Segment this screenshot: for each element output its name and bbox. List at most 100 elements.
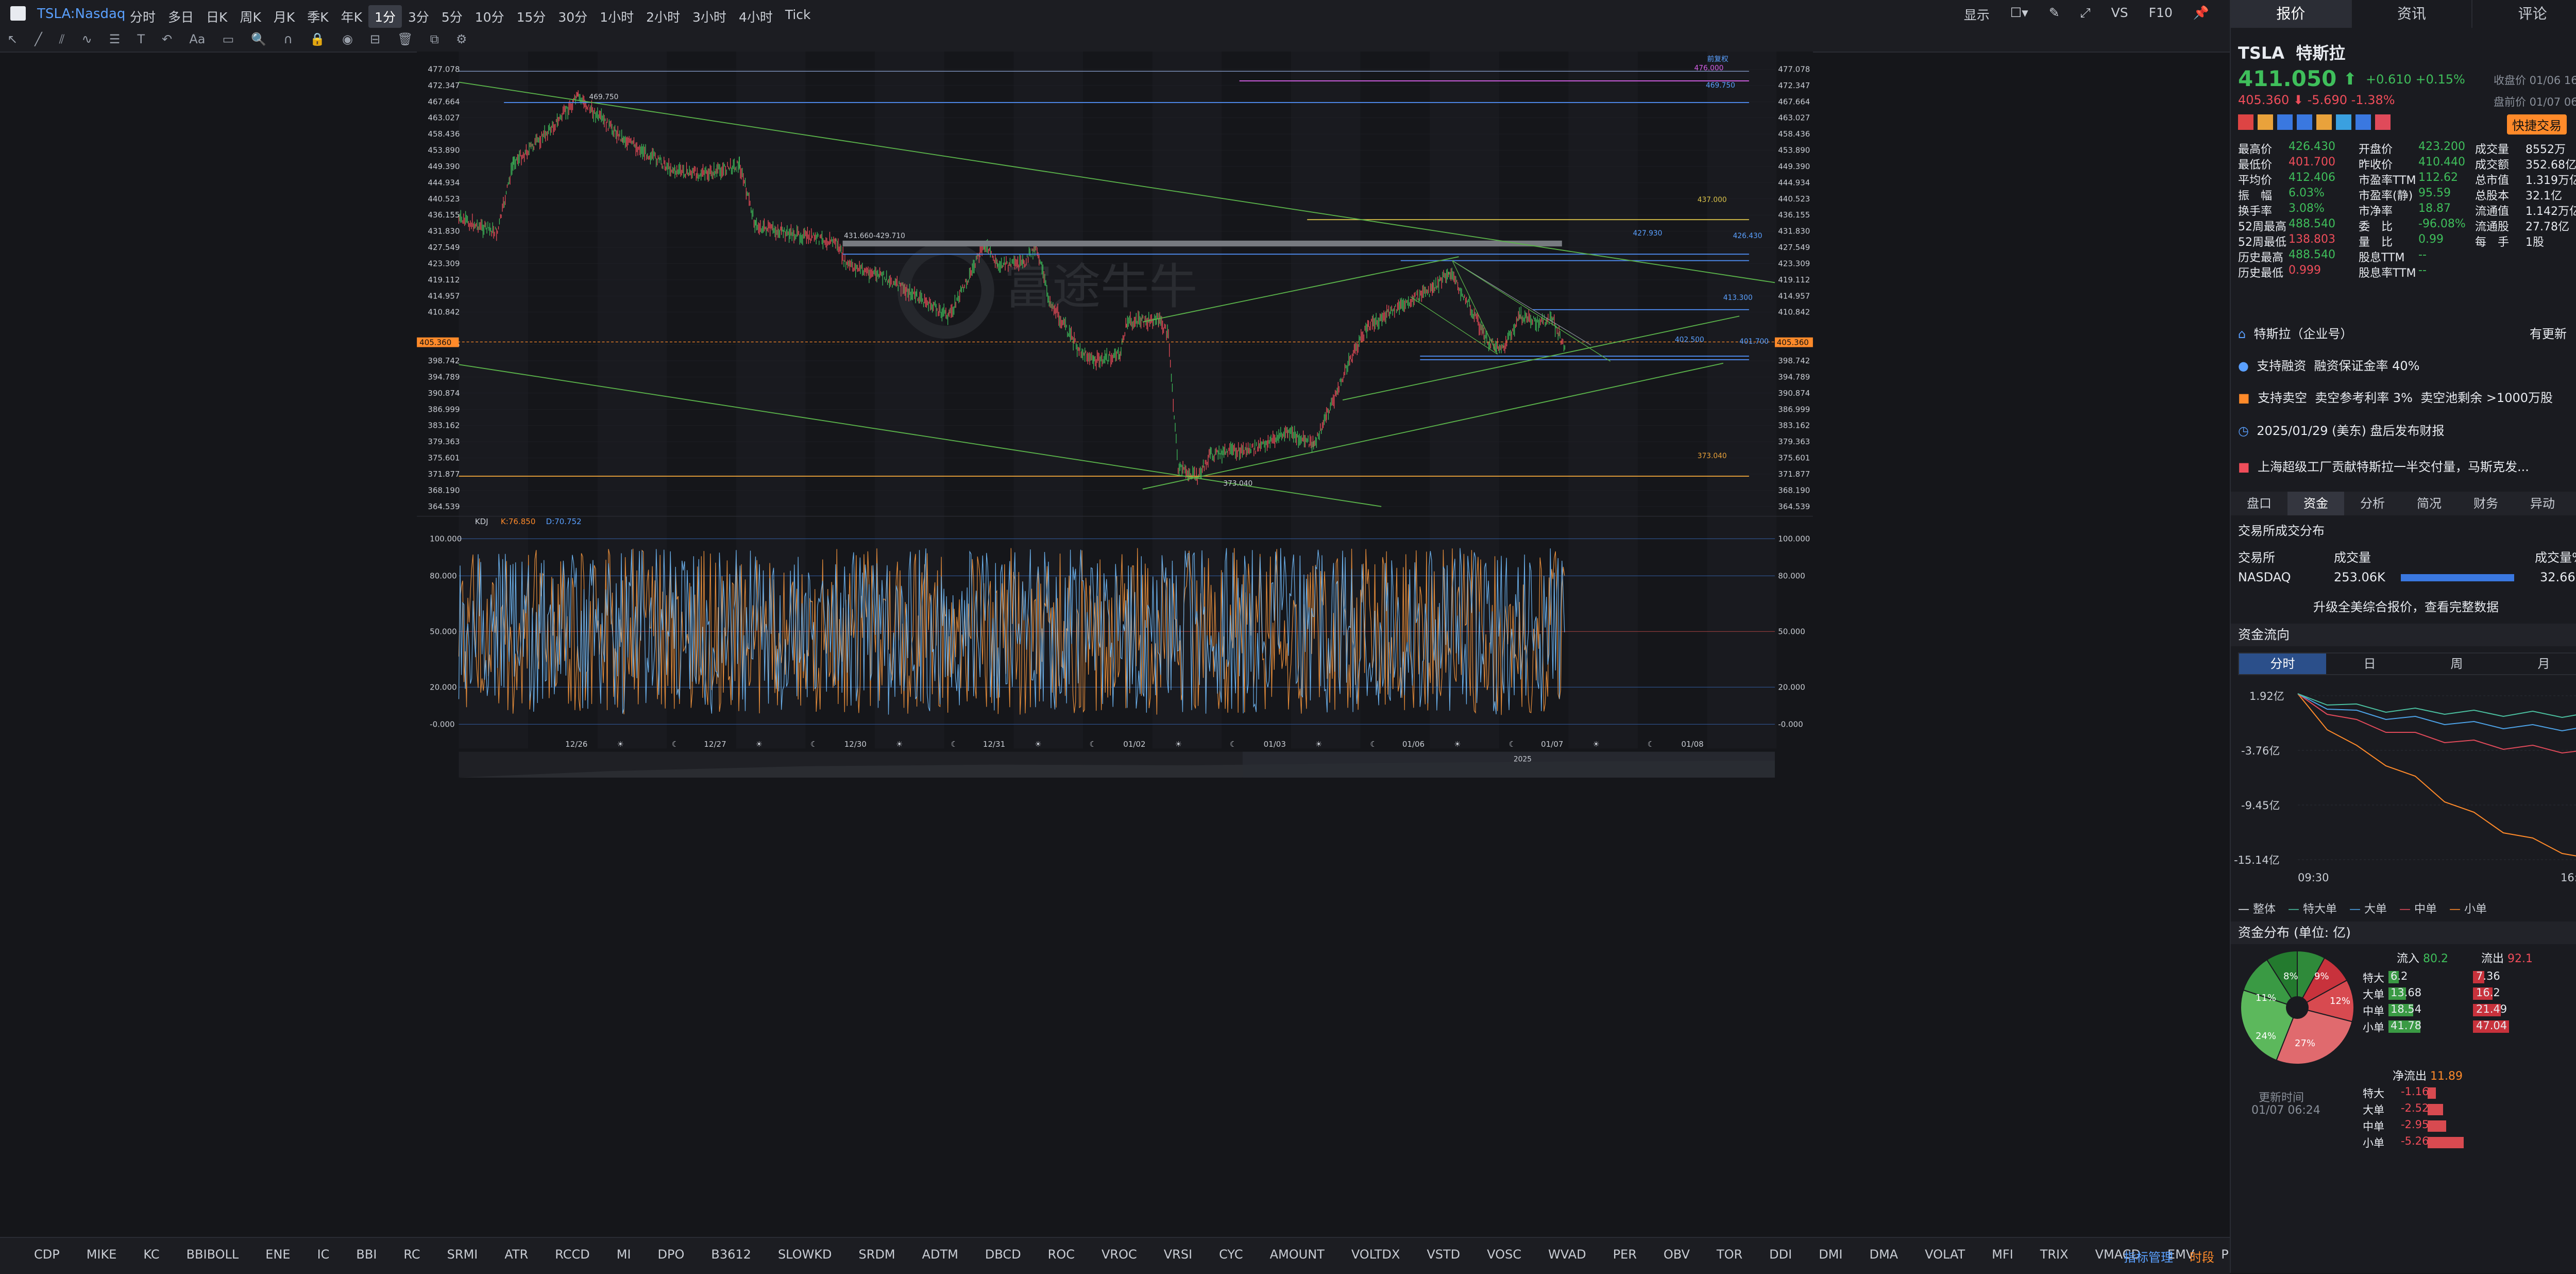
subtab-4[interactable]: 财务: [2458, 492, 2514, 515]
subtab-3[interactable]: 简况: [2401, 492, 2458, 515]
indicator-volat[interactable]: VOLAT: [1911, 1247, 1978, 1262]
timeframe-14[interactable]: 2小时: [640, 5, 686, 28]
indicator-cyc[interactable]: CYC: [1206, 1247, 1256, 1262]
tab-quote[interactable]: 报价: [2231, 0, 2352, 28]
quick-trade-button[interactable]: 快捷交易: [2507, 114, 2567, 135]
timeframe-12[interactable]: 30分: [552, 5, 594, 28]
line-tool-icon[interactable]: ╱: [35, 32, 42, 46]
indicator-wvad[interactable]: WVAD: [1535, 1247, 1600, 1262]
timeframe-9[interactable]: 5分: [435, 5, 469, 28]
undo-icon[interactable]: ↶: [162, 32, 172, 46]
text-tool-icon[interactable]: T: [137, 32, 145, 46]
subtab-0[interactable]: 盘口: [2231, 492, 2287, 515]
company-row[interactable]: ⌂ 特斯拉（企业号）: [2238, 324, 2353, 342]
eye-icon[interactable]: ◉: [342, 32, 353, 46]
indicator-rc[interactable]: RC: [390, 1247, 433, 1262]
settings-icon[interactable]: ⚙: [456, 32, 467, 46]
indicator-slowkd[interactable]: SLOWKD: [765, 1247, 845, 1262]
navigator-window[interactable]: [1242, 751, 1775, 778]
dist-upgrade-link[interactable]: 升级全美综合报价，查看完整数据: [2313, 597, 2499, 615]
timeframe-0[interactable]: 分时: [124, 5, 162, 28]
wave-tool-icon[interactable]: ∿: [82, 32, 92, 46]
magnet-icon[interactable]: ∩: [283, 32, 293, 46]
indicator-srmi[interactable]: SRMI: [434, 1247, 492, 1262]
indicator-amount[interactable]: AMOUNT: [1257, 1247, 1338, 1262]
subtab-5[interactable]: 异动: [2514, 492, 2571, 515]
timeframe-10[interactable]: 10分: [469, 5, 511, 28]
indicator-srdm[interactable]: SRDM: [845, 1247, 909, 1262]
indicator-trix[interactable]: TRIX: [2027, 1247, 2082, 1262]
indicator-rccd[interactable]: RCCD: [541, 1247, 603, 1262]
timeframe-16[interactable]: 4小时: [733, 5, 779, 28]
indicator-bbiboll[interactable]: BBIBOLL: [173, 1247, 252, 1262]
timeframe-5[interactable]: 季K: [301, 5, 334, 28]
indicator-vstd[interactable]: VSTD: [1413, 1247, 1473, 1262]
checkbox-icon[interactable]: ☐▾: [2010, 5, 2028, 24]
symbol-label[interactable]: TSLA:Nasdaq: [37, 6, 125, 22]
indicator-ddi[interactable]: DDI: [1756, 1247, 1805, 1262]
indicator-vosc[interactable]: VOSC: [1473, 1247, 1535, 1262]
indicator-adtm[interactable]: ADTM: [909, 1247, 972, 1262]
flow-tab-3[interactable]: 月: [2500, 653, 2576, 674]
timeframe-8[interactable]: 3分: [402, 5, 435, 28]
zoom-icon[interactable]: 🔍: [251, 32, 266, 46]
f10-button[interactable]: F10: [2149, 5, 2173, 24]
indicator-dmi[interactable]: DMI: [1805, 1247, 1856, 1262]
indicator-dbcd[interactable]: DBCD: [972, 1247, 1035, 1262]
indicator-tor[interactable]: TOR: [1703, 1247, 1756, 1262]
price-chart[interactable]: 富途牛牛 476.000 469.750 469.750 437.000 427…: [0, 52, 2230, 794]
indicator-dma[interactable]: DMA: [1856, 1247, 1911, 1262]
indicator-mfi[interactable]: MFI: [1978, 1247, 2027, 1262]
vs-button[interactable]: VS: [2111, 5, 2128, 24]
tab-comments[interactable]: 评论: [2472, 0, 2576, 28]
measure-icon[interactable]: ▭: [223, 32, 234, 46]
timeframe-15[interactable]: 3小时: [686, 5, 733, 28]
subtab-2[interactable]: 分析: [2344, 492, 2401, 515]
indicator-b3612[interactable]: B3612: [698, 1247, 765, 1262]
timeframe-7[interactable]: 1分: [368, 5, 402, 28]
display-button[interactable]: 显示: [1964, 5, 1990, 24]
adjust-label[interactable]: 前复权: [1707, 55, 1728, 63]
indicator-vrsi[interactable]: VRSI: [1150, 1247, 1206, 1262]
company-status[interactable]: 有更新: [2530, 324, 2567, 342]
indicator-dpo[interactable]: DPO: [645, 1247, 698, 1262]
copy-icon[interactable]: ⧉: [430, 32, 439, 46]
kdj-name[interactable]: KDJ: [475, 517, 488, 526]
indicator-mike[interactable]: MIKE: [73, 1247, 130, 1262]
indicator-cdp[interactable]: CDP: [21, 1247, 73, 1262]
flow-tab-1[interactable]: 日: [2326, 653, 2413, 674]
timeframe-4[interactable]: 月K: [267, 5, 301, 28]
trash-icon[interactable]: 🗑: [397, 32, 413, 46]
indicator-atr[interactable]: ATR: [491, 1247, 541, 1262]
expand-icon[interactable]: ⤢: [2080, 5, 2091, 24]
timeframe-6[interactable]: 年K: [335, 5, 368, 28]
ruler-icon[interactable]: ⊟: [370, 32, 380, 46]
menu-icon[interactable]: [10, 6, 26, 21]
zone-431[interactable]: [842, 240, 1562, 247]
indicator-obv[interactable]: OBV: [1650, 1247, 1703, 1262]
flow-tab-2[interactable]: 周: [2413, 653, 2500, 674]
pen-icon[interactable]: ✎: [2049, 5, 2060, 24]
news-row[interactable]: ■ 上海超级工厂贡献特斯拉一半交付量，马斯克发...: [2238, 457, 2529, 475]
subtab-1[interactable]: 资金: [2287, 492, 2344, 515]
earnings-row[interactable]: ◷ 2025/01/29 (美东) 盘后发布财报: [2238, 421, 2445, 439]
indicator-voltdx[interactable]: VOLTDX: [1338, 1247, 1414, 1262]
timeframe-13[interactable]: 1小时: [594, 5, 640, 28]
indicator-kc[interactable]: KC: [130, 1247, 173, 1262]
timeframe-1[interactable]: 多日: [162, 5, 200, 28]
timeframe-11[interactable]: 15分: [511, 5, 552, 28]
indicator-per[interactable]: PER: [1600, 1247, 1650, 1262]
pin-icon[interactable]: 📌: [2193, 5, 2209, 24]
indicator-roc[interactable]: ROC: [1035, 1247, 1088, 1262]
cursor-icon[interactable]: ↖: [7, 32, 18, 46]
indicator-manage-button[interactable]: 指标管理: [2124, 1247, 2173, 1265]
time-tab-button[interactable]: 时段: [2190, 1247, 2214, 1265]
channel-tool-icon[interactable]: ⫽: [59, 32, 65, 46]
timeframe-3[interactable]: 周K: [233, 5, 267, 28]
indicator-bbi[interactable]: BBI: [343, 1247, 390, 1262]
tab-news[interactable]: 资讯: [2352, 0, 2473, 28]
flow-tab-0[interactable]: 分时: [2239, 653, 2326, 674]
indicator-vroc[interactable]: VROC: [1088, 1247, 1150, 1262]
timeframe-17[interactable]: Tick: [779, 5, 817, 28]
indicator-ene[interactable]: ENE: [252, 1247, 303, 1262]
